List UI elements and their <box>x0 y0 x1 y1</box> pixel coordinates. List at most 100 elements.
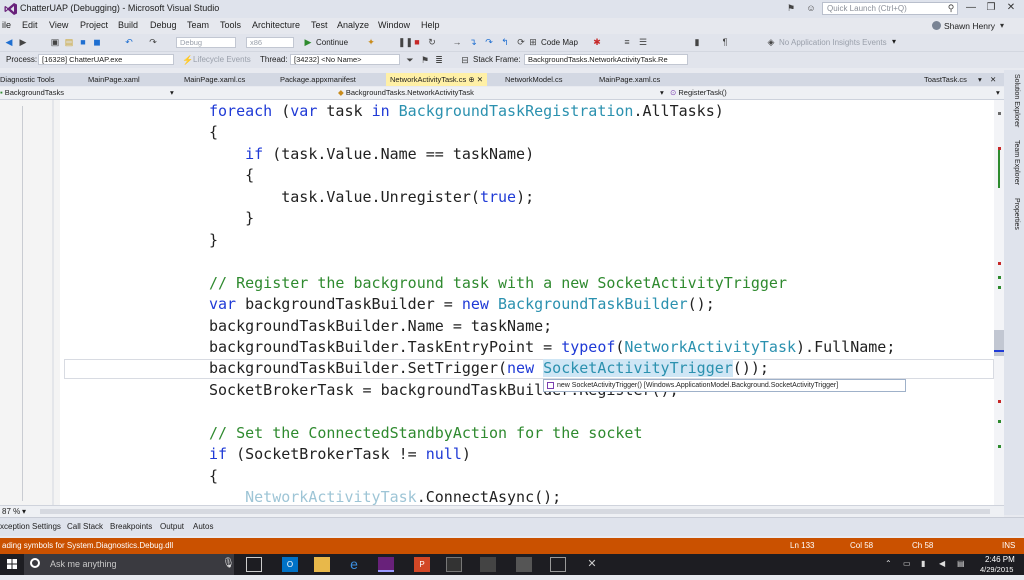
step-over-icon[interactable]: ↷ <box>484 37 494 47</box>
stack-frame-select[interactable]: BackgroundTasks.NetworkActivityTask.Re <box>524 54 688 65</box>
team-explorer-tab[interactable]: Team Explorer <box>1013 140 1020 185</box>
thread-select[interactable]: [34232] <No Name> <box>290 54 400 65</box>
continue-play-icon[interactable]: ▶ <box>303 37 313 47</box>
menu-project[interactable]: Project <box>80 20 108 30</box>
menu-analyze[interactable]: Analyze <box>337 20 369 30</box>
code-line[interactable]: if (SocketBrokerTask != null) <box>209 445 471 463</box>
format-icon[interactable]: ¶ <box>720 37 730 47</box>
code-line[interactable]: if (task.Value.Name == taskName) <box>209 145 534 163</box>
continue-button[interactable]: Continue <box>316 38 348 47</box>
stop-debugging-icon[interactable]: ■ <box>412 37 422 47</box>
search-icon[interactable]: ⚲ <box>946 3 956 13</box>
scrollbar-thumb[interactable] <box>994 330 1004 356</box>
step-into-icon[interactable]: ↴ <box>468 37 478 47</box>
powerpoint-icon[interactable]: P <box>414 557 430 572</box>
horizontal-scrollbar[interactable] <box>40 509 990 514</box>
flag-thread-icon[interactable]: ⚑ <box>420 55 430 65</box>
comment-icon[interactable]: ☰ <box>638 37 648 47</box>
restart-icon[interactable]: ↻ <box>427 37 437 47</box>
app-window-icon[interactable] <box>516 557 532 572</box>
menu-architecture[interactable]: Architecture <box>252 20 300 30</box>
tab-mainpage-xaml-cs-2[interactable]: MainPage.xaml.cs <box>599 73 660 86</box>
tab-breakpoints[interactable]: Breakpoints <box>110 522 152 531</box>
quick-launch-input[interactable]: Quick Launch (Ctrl+Q) <box>822 2 958 15</box>
refresh-icon[interactable]: ⟳ <box>516 37 526 47</box>
clock-date[interactable]: 4/29/2015 <box>980 565 1013 574</box>
menu-build[interactable]: Build <box>118 20 138 30</box>
command-prompt-icon[interactable] <box>446 557 462 572</box>
code-line[interactable]: backgroundTaskBuilder.SetTrigger(new Soc… <box>209 359 769 377</box>
settings-icon[interactable]: ✕ <box>584 557 600 572</box>
bookmark-icon[interactable]: ▮ <box>692 37 702 47</box>
tab-exception-settings[interactable]: xception Settings <box>0 522 61 531</box>
menu-window[interactable]: Window <box>378 20 410 30</box>
solution-explorer-tab[interactable]: Solution Explorer <box>1013 74 1020 127</box>
user-chevron-down-icon[interactable]: ▾ <box>1000 21 1004 30</box>
code-map-button[interactable]: Code Map <box>541 38 578 47</box>
menu-debug[interactable]: Debug <box>150 20 177 30</box>
tab-overflow-chevron-down-icon[interactable]: ▾ <box>978 73 982 86</box>
open-file-icon[interactable]: ▤ <box>64 37 74 47</box>
code-line[interactable]: task.Value.Unregister(true); <box>209 188 534 206</box>
edge-browser-icon[interactable]: e <box>346 557 362 572</box>
nav-type-select[interactable]: ◆ BackgroundTasks.NetworkActivityTask <box>338 88 658 98</box>
file-explorer-icon[interactable] <box>314 557 330 572</box>
zoom-level-select[interactable]: 87 % <box>2 507 20 516</box>
solution-configuration-select[interactable]: Debug <box>176 37 236 48</box>
tab-mainpage-xaml-cs[interactable]: MainPage.xaml.cs <box>184 73 245 86</box>
clock-time[interactable]: 2:46 PM <box>985 555 1015 564</box>
back-navigate-icon[interactable]: ◀ <box>4 37 14 47</box>
network-icon[interactable]: ▭ <box>903 559 911 568</box>
start-button[interactable] <box>0 554 24 575</box>
application-insights-events[interactable]: No Application Insights Events <box>779 38 887 47</box>
microphone-icon[interactable]: 🎙 <box>222 558 235 569</box>
nav-project-select[interactable]: ▪ BackgroundTasks <box>0 88 176 98</box>
menu-team[interactable]: Team <box>187 20 209 30</box>
maximize-button[interactable]: ❐ <box>982 2 1000 16</box>
tab-diagnostic-tools[interactable]: Diagnostic Tools <box>0 73 54 86</box>
code-line[interactable]: { <box>209 467 218 485</box>
menu-file[interactable]: ile <box>2 20 11 30</box>
code-line[interactable]: foreach (var task in BackgroundTaskRegis… <box>209 102 724 120</box>
redo-icon[interactable]: ↷ <box>148 37 158 47</box>
hex-display-icon[interactable]: ✱ <box>592 37 602 47</box>
feedback-icon[interactable]: ☺ <box>806 3 816 13</box>
break-all-icon[interactable]: ❚❚ <box>398 37 413 47</box>
menu-edit[interactable]: Edit <box>22 20 38 30</box>
cortana-search-box[interactable]: Ask me anything 🎙 <box>24 554 235 575</box>
task-view-icon[interactable] <box>246 557 262 572</box>
code-line[interactable]: backgroundTaskBuilder.TaskEntryPoint = t… <box>209 338 895 356</box>
tab-autos[interactable]: Autos <box>193 522 213 531</box>
code-line[interactable]: } <box>209 231 218 249</box>
tab-networkmodel-cs[interactable]: NetworkModel.cs <box>505 73 563 86</box>
new-project-icon[interactable]: ▣ <box>50 37 60 47</box>
save-all-icon[interactable]: ◼ <box>92 37 102 47</box>
app-window-icon[interactable] <box>480 557 496 572</box>
app-window-icon[interactable] <box>550 557 566 572</box>
close-button[interactable]: ✕ <box>1002 2 1020 16</box>
tab-toasttask-cs[interactable]: ToastTask.cs <box>924 73 967 86</box>
properties-tab[interactable]: Properties <box>1013 198 1020 230</box>
code-line[interactable]: { <box>209 123 218 141</box>
system-tray-chevron-icon[interactable]: ⌃ <box>885 559 892 568</box>
action-center-icon[interactable]: ▤ <box>957 559 965 568</box>
code-line[interactable]: NetworkActivityTask.ConnectAsync(); <box>209 488 561 506</box>
show-threads-icon[interactable]: ≣ <box>434 55 444 65</box>
code-line[interactable]: } <box>209 209 254 227</box>
code-line[interactable]: // Set the ConnectedStandbyAction for th… <box>209 424 642 442</box>
tab-call-stack[interactable]: Call Stack <box>67 522 103 531</box>
vertical-scrollbar[interactable] <box>994 100 1004 505</box>
lifecycle-events-button[interactable]: Lifecycle Events <box>193 55 251 64</box>
volume-icon[interactable]: ◀ <box>939 559 945 568</box>
menu-test[interactable]: Test <box>311 20 328 30</box>
tab-networkactivitytask-cs[interactable]: NetworkActivityTask.cs ⊕ ✕ <box>386 73 487 86</box>
visual-studio-taskbar-icon[interactable] <box>378 557 394 572</box>
user-name[interactable]: Shawn Henry <box>944 21 995 31</box>
save-icon[interactable]: ■ <box>78 37 88 47</box>
notification-flag-icon[interactable]: ⚑ <box>786 3 796 13</box>
step-out-icon[interactable]: ↰ <box>500 37 510 47</box>
tab-mainpage-xaml[interactable]: MainPage.xaml <box>88 73 140 86</box>
code-line[interactable]: // Register the background task with a n… <box>209 274 787 292</box>
insights-icon[interactable]: ◈ <box>766 37 776 47</box>
threads-icon[interactable]: ≡ <box>622 37 632 47</box>
